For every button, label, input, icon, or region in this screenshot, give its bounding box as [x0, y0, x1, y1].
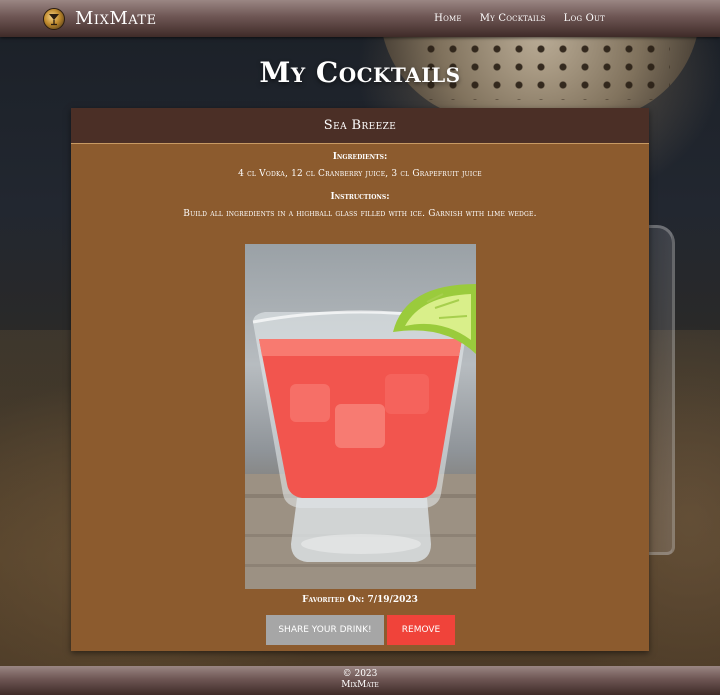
ingredients-label: Ingredients:: [332, 152, 388, 162]
footer: © 2023 MixMate: [0, 666, 720, 695]
cocktail-photo: [245, 244, 476, 589]
footer-copyright: © 2023: [342, 669, 378, 679]
cocktail-name: Sea Breeze: [71, 108, 649, 144]
brand-link[interactable]: MixMate: [43, 7, 157, 30]
remove-button[interactable]: REMOVE: [387, 615, 455, 645]
nav-link-my-cocktails[interactable]: My Cocktails: [480, 13, 546, 24]
cocktail-logo-icon: [43, 7, 65, 30]
footer-brand: MixMate: [341, 680, 379, 690]
brand-name: MixMate: [75, 8, 157, 29]
nav-link-log-out[interactable]: Log Out: [564, 13, 605, 24]
instructions-label: Instructions:: [330, 192, 390, 202]
page-title: My Cocktails: [259, 56, 461, 89]
nav-link-home[interactable]: Home: [434, 13, 462, 24]
instructions-text: Build all ingredients in a highball glas…: [183, 209, 537, 219]
share-drink-button[interactable]: SHARE YOUR DRINK!: [266, 615, 384, 645]
ingredients-text: 4 cl Vodka, 12 cl Cranberry juice, 3 cl …: [238, 169, 482, 179]
navbar: MixMate Home My Cocktails Log Out: [0, 0, 720, 37]
favorited-date: Favorited On: 7/19/2023: [302, 595, 418, 605]
cocktail-card: Sea Breeze Ingredients: 4 cl Vodka, 12 c…: [71, 108, 649, 651]
main-nav: Home My Cocktails Log Out: [434, 13, 605, 24]
